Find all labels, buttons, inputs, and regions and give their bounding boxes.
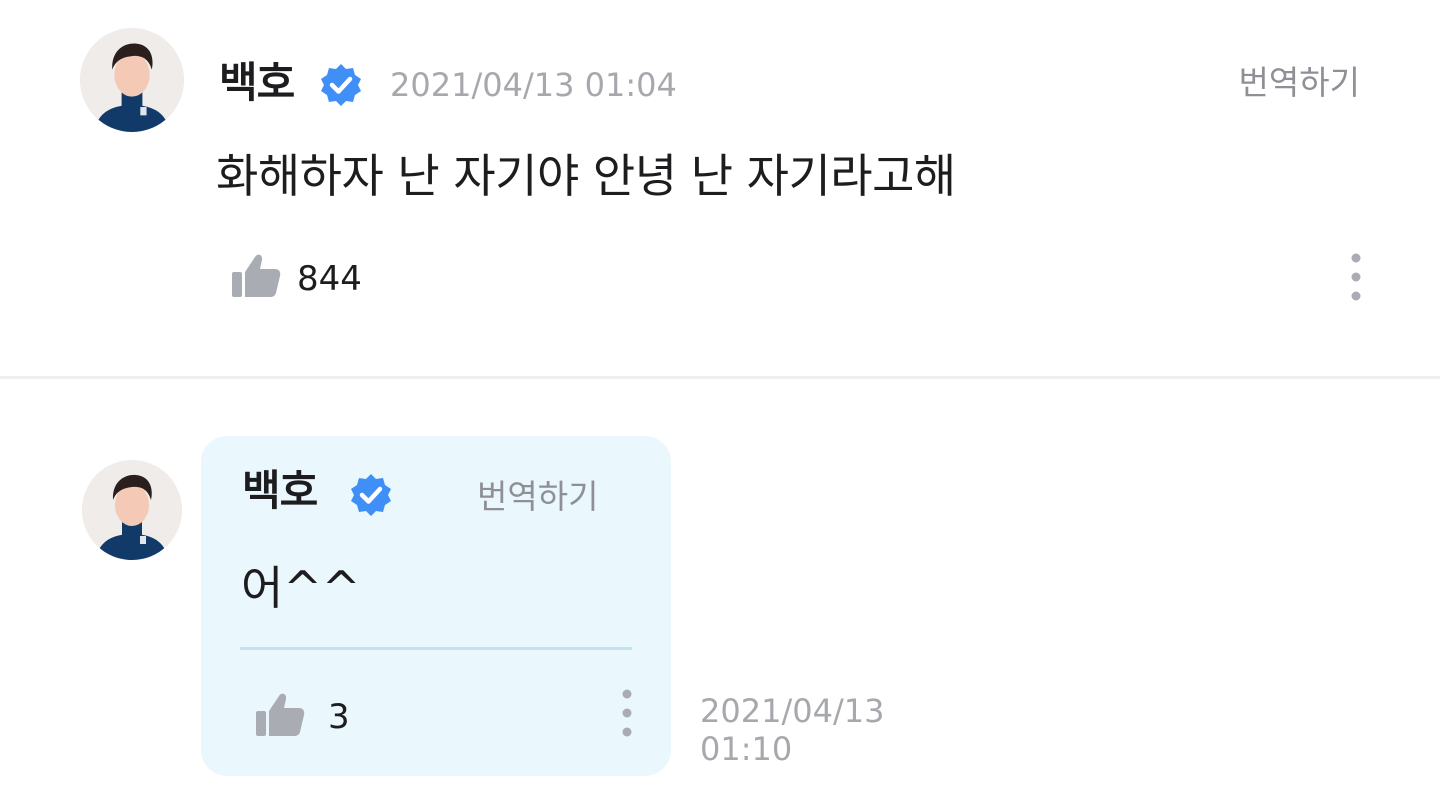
author-name[interactable]: 백호: [219, 56, 295, 110]
avatar-image: [80, 28, 184, 132]
verified-badge-icon: [321, 64, 361, 106]
post-body: 화해하자 난 자기야 안녕 난 자기라고해: [216, 149, 956, 203]
translate-button[interactable]: 번역하기: [1239, 62, 1360, 104]
avatar[interactable]: [82, 460, 182, 560]
avatar-image: [82, 460, 182, 560]
reply-timestamp-time: 01:10: [700, 730, 793, 768]
reply-card: 백호 번역하기 어^^ 3: [201, 436, 671, 776]
like-count: 844: [297, 259, 362, 299]
more-vertical-icon[interactable]: [1344, 252, 1368, 304]
verified-badge-icon: [351, 474, 391, 516]
more-vertical-icon[interactable]: [615, 688, 639, 740]
thumbs-up-icon[interactable]: [254, 689, 306, 739]
post-timestamp: 2021/04/13 01:04: [390, 66, 677, 104]
reply-timestamp: 2021/04/13 01:10: [700, 692, 920, 768]
reply-body: 어^^: [241, 561, 361, 615]
reply-timestamp-date: 2021/04/13: [700, 692, 885, 730]
avatar[interactable]: [80, 28, 184, 132]
section-divider: [0, 376, 1440, 379]
card-divider: [240, 647, 632, 650]
thumbs-up-icon[interactable]: [230, 250, 282, 300]
author-name[interactable]: 백호: [242, 464, 318, 518]
translate-button[interactable]: 번역하기: [477, 476, 598, 518]
like-count: 3: [328, 697, 350, 737]
